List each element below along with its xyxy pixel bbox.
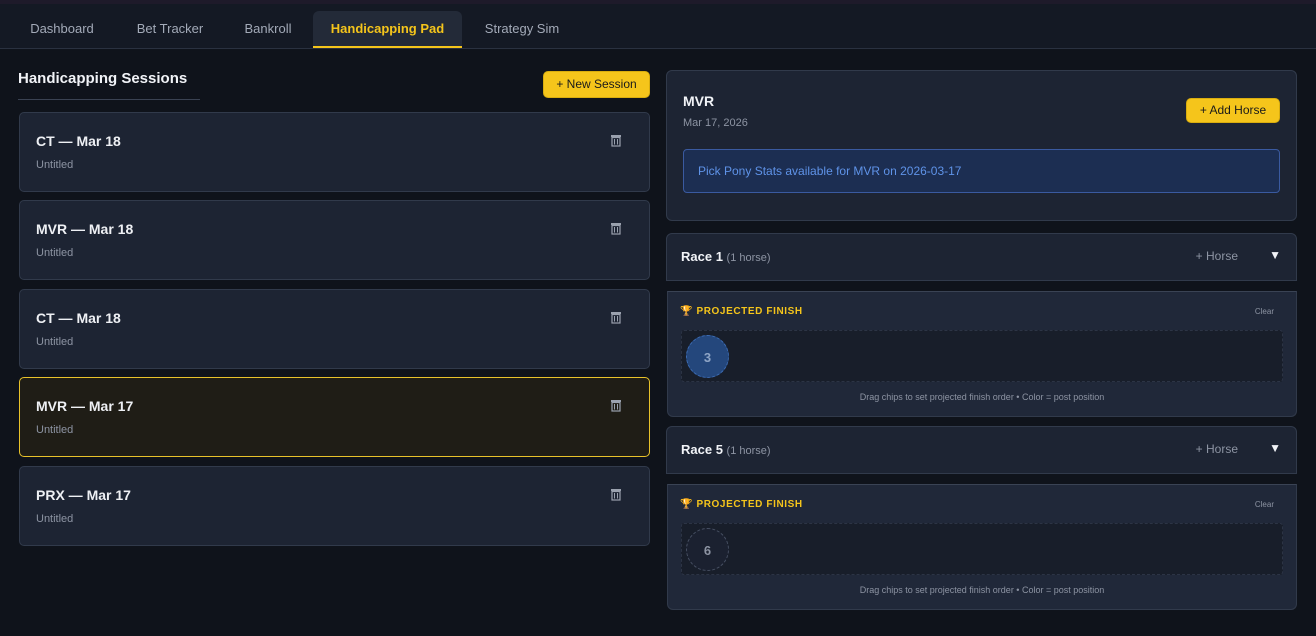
tab-bankroll[interactable]: Bankroll [228, 11, 308, 48]
clear-button[interactable]: Clear [1255, 500, 1274, 509]
session-subtitle: Untitled [36, 336, 74, 348]
race-horse-count: (1 horse) [726, 445, 771, 457]
trophy-icon: 🏆 [680, 499, 694, 510]
trash-icon[interactable] [609, 310, 623, 324]
session-title: MVR — Mar 18 [36, 221, 134, 237]
tab-strategy-sim[interactable]: Strategy Sim [468, 11, 576, 48]
session-date: Mar 17, 2026 [683, 117, 748, 129]
session-card-selected[interactable]: MVR — Mar 17 Untitled [19, 377, 650, 457]
session-title: MVR — Mar 17 [36, 398, 134, 414]
add-horse-link[interactable]: + Horse [1196, 442, 1238, 456]
horse-chip[interactable]: 3 [686, 335, 729, 378]
session-card[interactable]: MVR — Mar 18 Untitled [19, 200, 650, 280]
tab-bar: Dashboard Bet Tracker Bankroll Handicapp… [0, 4, 1316, 49]
trash-icon[interactable] [609, 487, 623, 501]
session-subtitle: Untitled [36, 247, 74, 259]
projected-finish-label: 🏆 PROJECTED FINISH [680, 306, 803, 317]
session-title: CT — Mar 18 [36, 133, 121, 149]
race-header[interactable]: Race 1 (1 horse) + Horse ▼ [666, 233, 1297, 281]
tab-dashboard[interactable]: Dashboard [12, 11, 112, 48]
horse-chip[interactable]: 6 [686, 528, 729, 571]
add-horse-button[interactable]: + Add Horse [1186, 98, 1280, 123]
trophy-icon: 🏆 [680, 306, 694, 317]
add-horse-link[interactable]: + Horse [1196, 249, 1238, 263]
session-subtitle: Untitled [36, 159, 74, 171]
session-card[interactable]: PRX — Mar 17 Untitled [19, 466, 650, 546]
session-title: CT — Mar 18 [36, 310, 121, 326]
trash-icon[interactable] [609, 133, 623, 147]
collapse-caret-icon[interactable]: ▼ [1269, 248, 1281, 262]
clear-button[interactable]: Clear [1255, 307, 1274, 316]
race-title: Race 5 (1 horse) [681, 442, 771, 457]
race-horse-count: (1 horse) [726, 252, 771, 264]
finish-dropzone[interactable]: 6 [681, 523, 1283, 575]
tab-bet-tracker[interactable]: Bet Tracker [120, 11, 220, 48]
session-detail-card: MVR Mar 17, 2026 + Add Horse Pick Pony S… [666, 70, 1297, 221]
projected-finish-panel: 🏆 PROJECTED FINISH Clear 6 Drag chips to… [667, 484, 1297, 610]
session-title: PRX — Mar 17 [36, 487, 131, 503]
session-card[interactable]: CT — Mar 18 Untitled [19, 289, 650, 369]
finish-hint: Drag chips to set projected finish order… [859, 392, 1105, 402]
projected-finish-panel: 🏆 PROJECTED FINISH Clear 3 Drag chips to… [667, 291, 1297, 417]
new-session-button[interactable]: + New Session [543, 71, 650, 98]
session-subtitle: Untitled [36, 424, 74, 436]
sessions-heading: Handicapping Sessions [18, 70, 188, 87]
race-header[interactable]: Race 5 (1 horse) + Horse ▼ [666, 426, 1297, 474]
tab-handicapping-pad[interactable]: Handicapping Pad [313, 11, 462, 48]
projected-finish-label: 🏆 PROJECTED FINISH [680, 499, 803, 510]
race-title: Race 1 (1 horse) [681, 249, 771, 264]
trash-icon[interactable] [609, 221, 623, 235]
session-card[interactable]: CT — Mar 18 Untitled [19, 112, 650, 192]
finish-dropzone[interactable]: 3 [681, 330, 1283, 382]
venue-title: MVR [683, 93, 715, 109]
finish-hint: Drag chips to set projected finish order… [859, 585, 1105, 595]
collapse-caret-icon[interactable]: ▼ [1269, 441, 1281, 455]
heading-divider [18, 99, 200, 100]
session-subtitle: Untitled [36, 513, 74, 525]
trash-icon[interactable] [609, 398, 623, 412]
stats-notice[interactable]: Pick Pony Stats available for MVR on 202… [683, 149, 1280, 193]
